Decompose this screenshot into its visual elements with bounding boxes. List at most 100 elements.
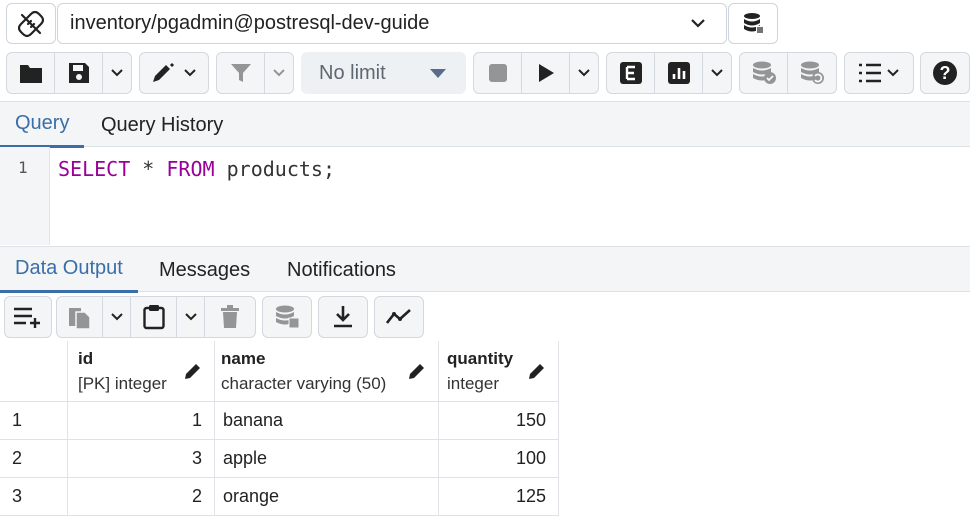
rollback-icon — [801, 61, 824, 84]
chevron-down-icon — [184, 313, 197, 321]
paste-icon — [142, 305, 165, 330]
explain-toolbar-group — [606, 52, 732, 94]
disconnected-plug-icon — [18, 10, 44, 37]
column-header-quantity[interactable]: quantity integer — [439, 341, 559, 402]
connection-status-button[interactable] — [6, 3, 56, 44]
execute-options-dropdown[interactable] — [570, 53, 598, 93]
filter-button[interactable] — [217, 53, 265, 93]
save-data-button[interactable] — [263, 297, 311, 337]
tab-data-output[interactable]: Data Output — [0, 247, 138, 293]
execute-button[interactable] — [522, 53, 570, 93]
chevron-down-icon — [110, 313, 123, 321]
download-button[interactable] — [319, 297, 367, 337]
macros-list-icon — [859, 63, 881, 83]
help-toolbar-group: ? — [920, 52, 970, 94]
commit-button[interactable] — [740, 53, 788, 93]
paste-button[interactable] — [131, 297, 177, 337]
macros-toolbar-group — [844, 52, 914, 94]
chevron-down-icon — [691, 19, 705, 28]
rollback-button[interactable] — [788, 53, 836, 93]
pencil-icon[interactable] — [408, 362, 426, 380]
explain-button[interactable] — [607, 53, 655, 93]
copy-button[interactable] — [57, 297, 103, 337]
caret-down-icon — [430, 69, 446, 78]
open-file-button[interactable] — [7, 53, 55, 93]
tab-query[interactable]: Query — [0, 102, 85, 148]
connection-label: inventory/pgadmin@postresql-dev-guide — [70, 12, 430, 34]
download-group — [318, 296, 368, 338]
delete-row-button[interactable] — [205, 297, 255, 337]
play-icon — [538, 64, 554, 82]
file-toolbar-group — [6, 52, 132, 94]
cell-name[interactable]: banana — [215, 402, 439, 440]
edit-menu-button[interactable] — [140, 53, 208, 93]
column-header-name[interactable]: name character varying (50) — [215, 341, 439, 402]
row-number[interactable]: 1 — [0, 402, 68, 440]
cell-id[interactable]: 3 — [68, 440, 215, 478]
add-row-button[interactable] — [5, 297, 51, 337]
save-options-dropdown[interactable] — [103, 53, 131, 93]
chevron-down-icon — [273, 69, 285, 77]
graph-visualiser-button[interactable] — [375, 297, 423, 337]
transaction-toolbar-group — [739, 52, 837, 94]
commit-icon — [752, 61, 776, 84]
tab-query-history-label: Query History — [101, 113, 224, 136]
pencil-icon[interactable] — [528, 362, 546, 380]
cell-quantity[interactable]: 150 — [439, 402, 559, 440]
chevron-down-icon — [184, 69, 196, 77]
column-type: integer — [447, 374, 499, 393]
cell-id[interactable]: 2 — [68, 478, 215, 516]
folder-open-icon — [19, 65, 42, 83]
pencil-icon[interactable] — [184, 362, 202, 380]
row-limit-select[interactable]: No limit — [301, 52, 466, 94]
macros-button[interactable] — [845, 53, 913, 93]
line-number: 1 — [18, 158, 28, 177]
chevron-down-icon — [887, 69, 899, 77]
row-number[interactable]: 2 — [0, 440, 68, 478]
tab-data-output-label: Data Output — [15, 257, 123, 279]
svg-text:?: ? — [940, 63, 951, 83]
stop-button[interactable] — [474, 53, 522, 93]
clipboard-group — [56, 296, 256, 338]
new-connection-button[interactable] — [728, 3, 778, 44]
trash-icon — [221, 305, 239, 328]
row-number-header[interactable] — [0, 341, 68, 402]
chevron-down-icon — [111, 69, 123, 77]
help-icon: ? — [933, 61, 957, 85]
add-row-group — [4, 296, 52, 338]
row-number[interactable]: 3 — [0, 478, 68, 516]
copy-icon — [68, 308, 91, 330]
copy-options-dropdown[interactable] — [103, 297, 131, 337]
filter-dropdown[interactable] — [265, 53, 293, 93]
row-limit-value: No limit — [319, 61, 386, 84]
sql-editor[interactable]: SELECT * FROM products; — [58, 157, 335, 181]
explain-analyze-icon — [667, 62, 690, 84]
tab-query-history[interactable]: Query History — [86, 102, 238, 148]
sql-keyword-from: FROM — [166, 157, 215, 181]
cell-name[interactable]: orange — [215, 478, 439, 516]
cell-id[interactable]: 1 — [68, 402, 215, 440]
chevron-down-icon — [578, 69, 590, 77]
filter-toolbar-group — [216, 52, 294, 94]
column-name: name — [221, 349, 266, 368]
output-tab-bar: Data Output Messages Notifications — [0, 246, 970, 293]
paste-options-dropdown[interactable] — [177, 297, 205, 337]
download-icon — [334, 306, 352, 328]
tab-messages-label: Messages — [159, 258, 251, 281]
connection-selector[interactable]: inventory/pgadmin@postresql-dev-guide — [57, 3, 727, 44]
tab-notifications[interactable]: Notifications — [272, 247, 411, 293]
cell-quantity[interactable]: 125 — [439, 478, 559, 516]
column-header-id[interactable]: id [PK] integer — [68, 341, 215, 402]
explain-options-dropdown[interactable] — [703, 53, 731, 93]
explain-icon — [619, 62, 642, 84]
explain-analyze-button[interactable] — [655, 53, 703, 93]
cell-name[interactable]: apple — [215, 440, 439, 478]
save-file-button[interactable] — [55, 53, 103, 93]
help-button[interactable]: ? — [921, 53, 969, 93]
execute-toolbar-group — [473, 52, 599, 94]
line-chart-icon — [386, 309, 411, 324]
tab-messages[interactable]: Messages — [144, 247, 265, 293]
cell-quantity[interactable]: 100 — [439, 440, 559, 478]
tab-notifications-label: Notifications — [287, 258, 396, 281]
column-type: character varying (50) — [221, 374, 387, 393]
